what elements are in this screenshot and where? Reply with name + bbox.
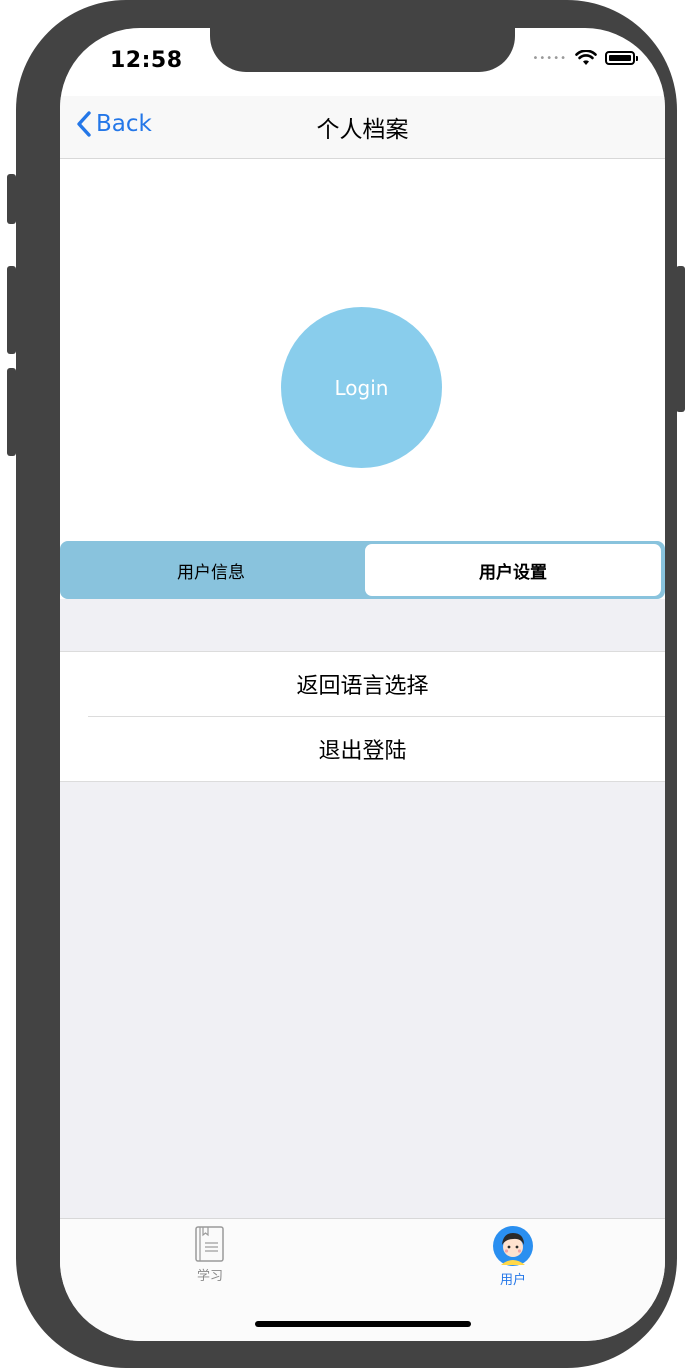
- home-indicator: [255, 1321, 471, 1327]
- page-title: 个人档案: [316, 117, 409, 143]
- wifi-icon: [575, 50, 597, 65]
- navigation-bar: Back 个人档案: [60, 96, 665, 159]
- battery-icon: [605, 51, 638, 65]
- status-time: 12:58: [110, 48, 183, 73]
- list-item-label: 退出登陆: [318, 739, 407, 764]
- tab-study[interactable]: 学习: [160, 1225, 260, 1284]
- status-icons: •••••: [532, 50, 638, 66]
- phone-frame: 12:58 ••••• Back 个人档案 Login 用户信息 用户设置 返回…: [16, 0, 677, 1368]
- segment-user-info-label: 用户信息: [177, 562, 245, 583]
- segment-user-settings-label: 用户设置: [479, 562, 547, 583]
- user-avatar-icon: [493, 1226, 533, 1266]
- list-item-logout[interactable]: 退出登陆: [60, 717, 665, 781]
- login-label: Login: [334, 375, 389, 400]
- tab-user[interactable]: 用户: [463, 1225, 563, 1288]
- screen: 12:58 ••••• Back 个人档案 Login 用户信息 用户设置 返回…: [60, 28, 665, 1341]
- signal-icon: •••••: [532, 52, 567, 64]
- segment-user-settings[interactable]: 用户设置: [365, 544, 661, 596]
- power-button: [676, 266, 685, 412]
- segmented-control: 用户信息 用户设置: [60, 541, 665, 599]
- book-icon: [195, 1226, 224, 1262]
- list-item-label: 返回语言选择: [296, 674, 429, 699]
- settings-list: 返回语言选择 退出登陆: [60, 651, 665, 782]
- list-item-language-select[interactable]: 返回语言选择: [60, 652, 665, 716]
- tab-user-label: 用户: [499, 1273, 526, 1288]
- notch: [210, 28, 515, 72]
- volume-down-button: [7, 368, 16, 456]
- volume-up-button: [7, 266, 16, 354]
- mute-switch: [7, 174, 16, 224]
- login-button[interactable]: Login: [281, 307, 442, 468]
- segment-user-info[interactable]: 用户信息: [60, 541, 362, 599]
- tab-study-label: 学习: [196, 1269, 223, 1284]
